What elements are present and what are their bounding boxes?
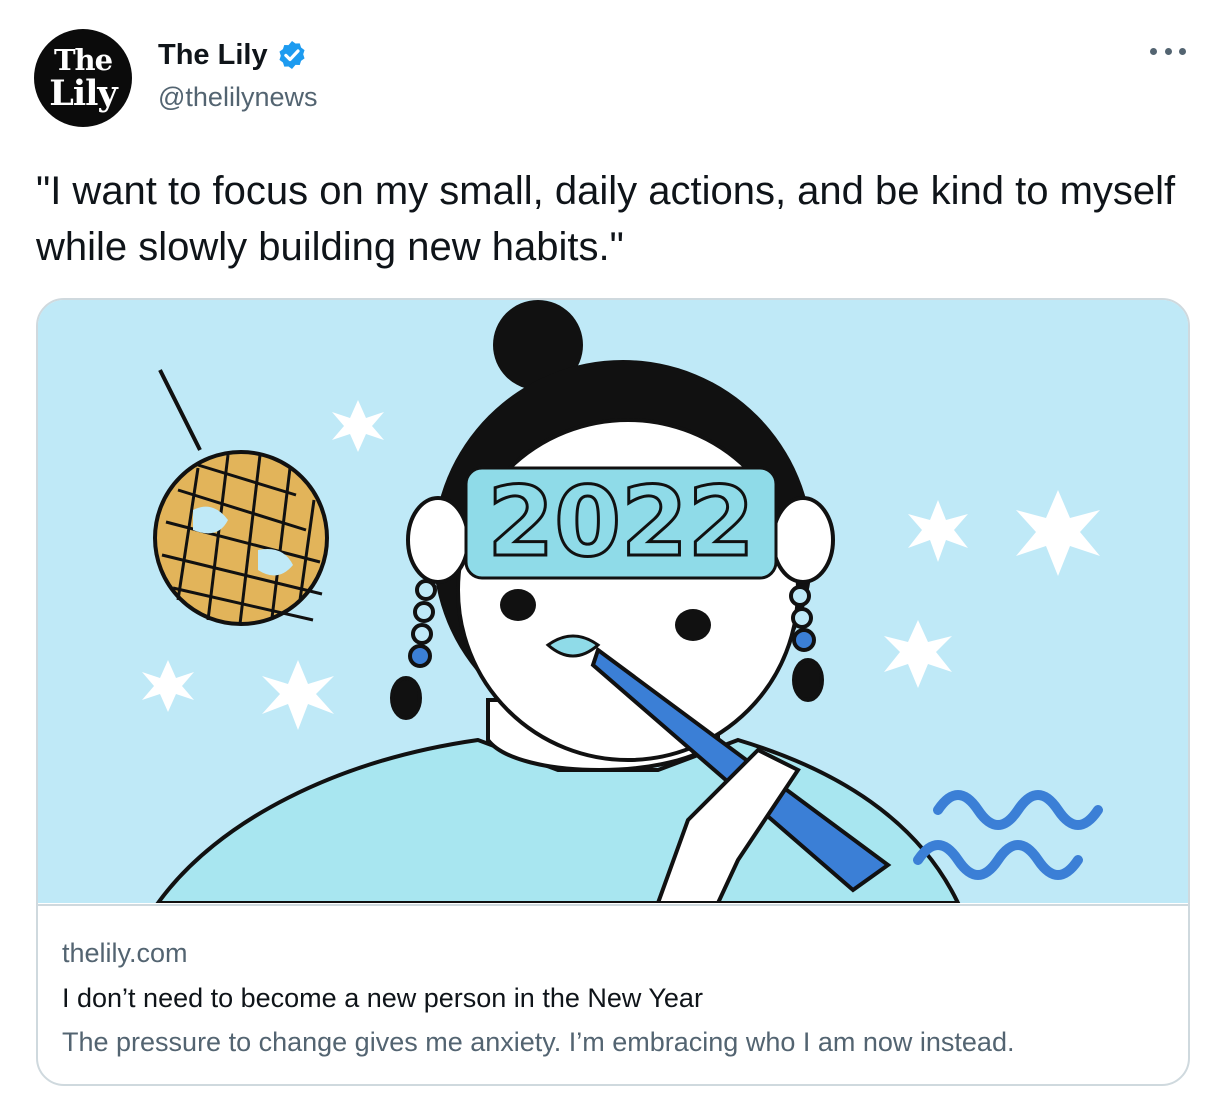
card-title: I don’t need to become a new person in t… <box>62 983 703 1013</box>
avatar-logo-text-top: The <box>53 43 113 77</box>
card-info[interactable]: thelily.com I don’t need to become a new… <box>38 904 1188 1084</box>
display-name[interactable]: The Lily <box>158 39 268 72</box>
new-year-illustration: 2022 <box>38 300 1188 903</box>
disco-ball-icon <box>153 450 329 626</box>
avatar[interactable]: The Lily <box>34 29 132 127</box>
card-description: The pressure to change gives me anxiety.… <box>62 1027 1015 1057</box>
card-domain: thelily.com <box>62 938 188 968</box>
card-image[interactable]: 2022 <box>38 300 1188 903</box>
more-dot-1 <box>1150 47 1157 55</box>
verified-badge-icon <box>276 39 308 71</box>
handle[interactable]: @thelilynews <box>158 82 317 113</box>
tweet-text: "I want to focus on my small, daily acti… <box>36 169 1176 269</box>
glasses-text: 2022 <box>487 466 754 578</box>
link-card[interactable]: 2022 thelily.com I don’t need to become … <box>36 298 1190 1086</box>
author-block: The Lily @thelilynews <box>158 38 317 113</box>
2022-glasses: 2022 <box>464 465 778 580</box>
avatar-logo-text-bottom: Lily <box>49 73 118 114</box>
more-options-icon[interactable] <box>1150 44 1186 58</box>
more-dot-2 <box>1164 47 1172 55</box>
more-dot-3 <box>1179 47 1186 55</box>
name-row: The Lily <box>158 38 317 72</box>
